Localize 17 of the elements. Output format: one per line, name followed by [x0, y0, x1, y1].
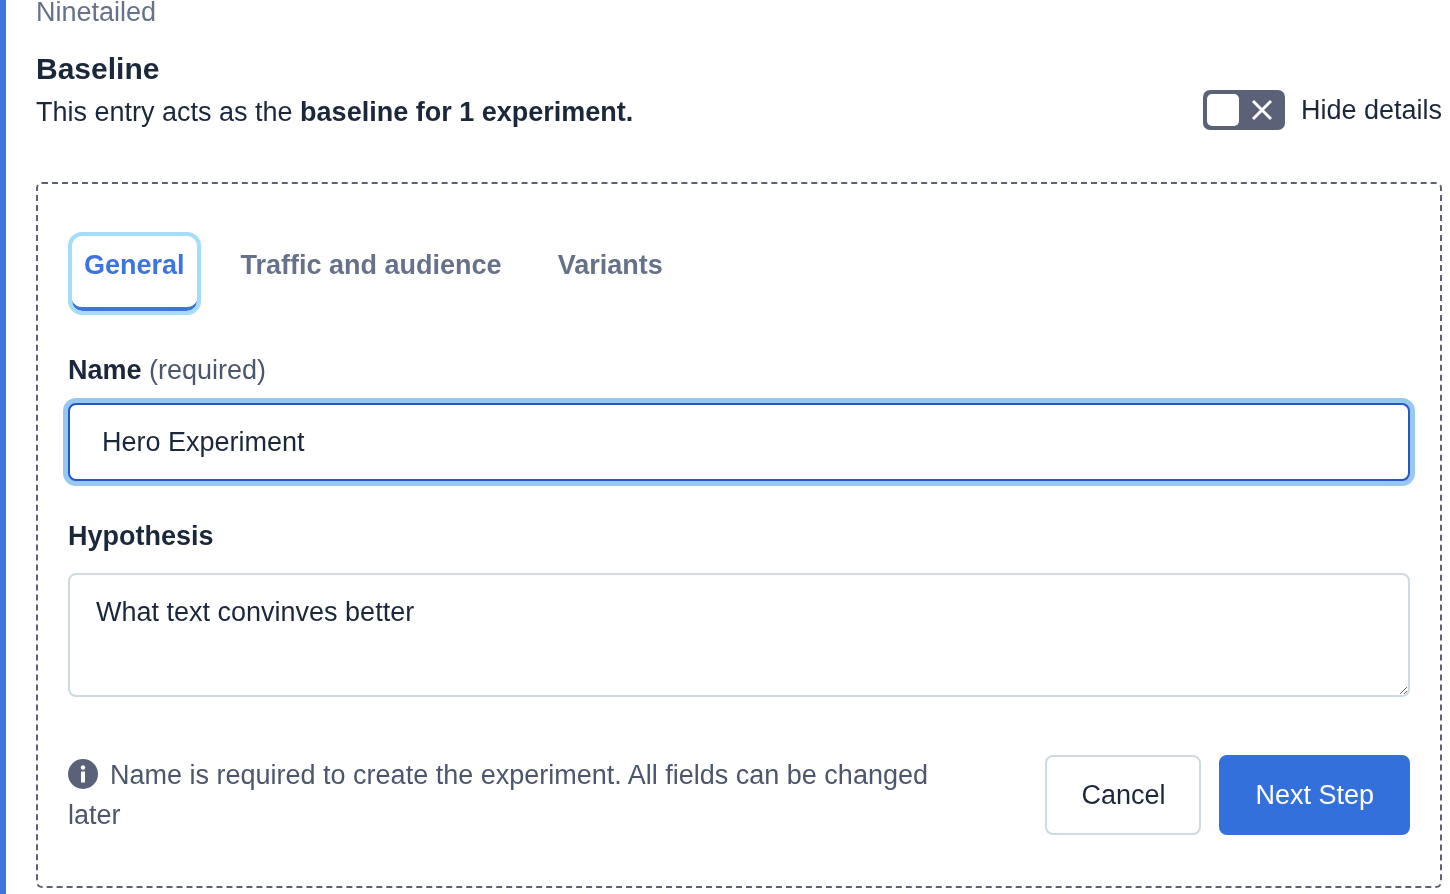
tab[interactable]: Traffic and audience	[224, 232, 518, 315]
tab[interactable]: Variants	[541, 232, 679, 315]
baseline-title: Baseline	[36, 51, 161, 87]
details-toggle[interactable]	[1202, 90, 1285, 130]
cancel-button[interactable]: Cancel	[1045, 755, 1202, 835]
close-icon	[1250, 99, 1273, 121]
baseline-description: This entry acts as the baseline for 1 experiment.	[36, 96, 634, 129]
hypothesis-textarea[interactable]: What text convinves better	[68, 573, 1410, 697]
field-label: Hypothesis	[68, 520, 215, 553]
app-name: Ninetailed	[36, 0, 158, 29]
tab[interactable]: General	[68, 232, 201, 315]
info-note: Name is required to create the experiment. All fields can be changed later	[68, 758, 929, 832]
next-step-button[interactable]: Next Step	[1219, 755, 1410, 835]
field-label: Name (required)	[68, 354, 268, 387]
toggle-label: Hide details	[1300, 94, 1442, 126]
info-icon	[68, 759, 98, 789]
name-input[interactable]: Hero Experiment	[68, 403, 1410, 481]
